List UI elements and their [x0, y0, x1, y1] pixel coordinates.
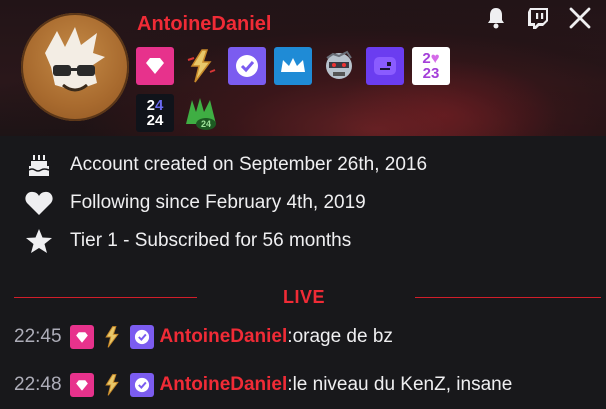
prime-gaming-badge[interactable] — [69, 373, 94, 397]
live-separator: LIVE — [0, 284, 606, 310]
twitch-icon[interactable] — [526, 6, 550, 30]
verified-badge[interactable] — [129, 325, 154, 349]
avatar-character-icon — [45, 27, 105, 92]
bell-icon[interactable] — [484, 6, 508, 30]
message-timestamp: 22:48 — [14, 374, 62, 395]
prime-gaming-badge[interactable] — [69, 325, 94, 349]
star-icon — [20, 226, 58, 256]
message-author[interactable]: AntoineDaniel — [160, 326, 288, 348]
lightning-badge[interactable] — [100, 325, 124, 349]
green-wings-badge[interactable]: 24 — [182, 94, 220, 132]
chat-message: 22:45 AntoineDaniel : orage de bz — [14, 322, 393, 352]
following-row: Following since February 4th, 2019 — [20, 184, 427, 222]
green-wings-badge-label: 24 — [201, 119, 211, 129]
chat-message: 22:48 AntoineDaniel : le niveau du KenZ,… — [14, 370, 512, 400]
message-text: le niveau du KenZ, insane — [292, 374, 513, 395]
avatar[interactable] — [21, 13, 129, 121]
2024-badge[interactable]: 24 24 — [136, 94, 174, 132]
subscription-text: Tier 1 - Subscribed for 56 months — [70, 230, 352, 251]
lightning-badge[interactable] — [182, 47, 220, 85]
badge-2023-bottom: 23 — [422, 65, 440, 82]
message-author[interactable]: AntoineDaniel — [160, 374, 288, 396]
account-created-row: Account created on September 26th, 2016 — [20, 146, 427, 184]
verified-badge[interactable] — [129, 373, 154, 397]
badges-row: 2♥ 23 — [136, 47, 450, 85]
live-label: LIVE — [283, 287, 326, 307]
lightning-badge[interactable] — [100, 373, 124, 397]
subscription-row: Tier 1 - Subscribed for 56 months — [20, 222, 427, 260]
message-text: orage de bz — [292, 326, 393, 347]
badges-row-2: 24 24 24 — [136, 94, 220, 132]
following-text: Following since February 4th, 2019 — [70, 192, 366, 213]
robot-skull-badge[interactable] — [320, 47, 358, 85]
divider-left — [14, 297, 197, 298]
badge-2024-bottom: 24 — [146, 112, 164, 129]
close-icon[interactable] — [568, 6, 592, 30]
2023-badge[interactable]: 2♥ 23 — [412, 47, 450, 85]
account-created-text: Account created on September 26th, 2016 — [70, 154, 428, 175]
purple-blob-badge[interactable] — [366, 47, 404, 85]
cake-icon — [20, 150, 58, 180]
header-actions — [484, 6, 592, 30]
divider-right — [415, 297, 601, 298]
prime-gaming-badge[interactable] — [136, 47, 174, 85]
crown-badge[interactable] — [274, 47, 312, 85]
heart-icon — [20, 188, 58, 218]
user-info: Account created on September 26th, 2016 … — [20, 146, 427, 260]
verified-badge[interactable] — [228, 47, 266, 85]
message-timestamp: 22:45 — [14, 326, 62, 347]
username[interactable]: AntoineDaniel — [137, 13, 271, 36]
